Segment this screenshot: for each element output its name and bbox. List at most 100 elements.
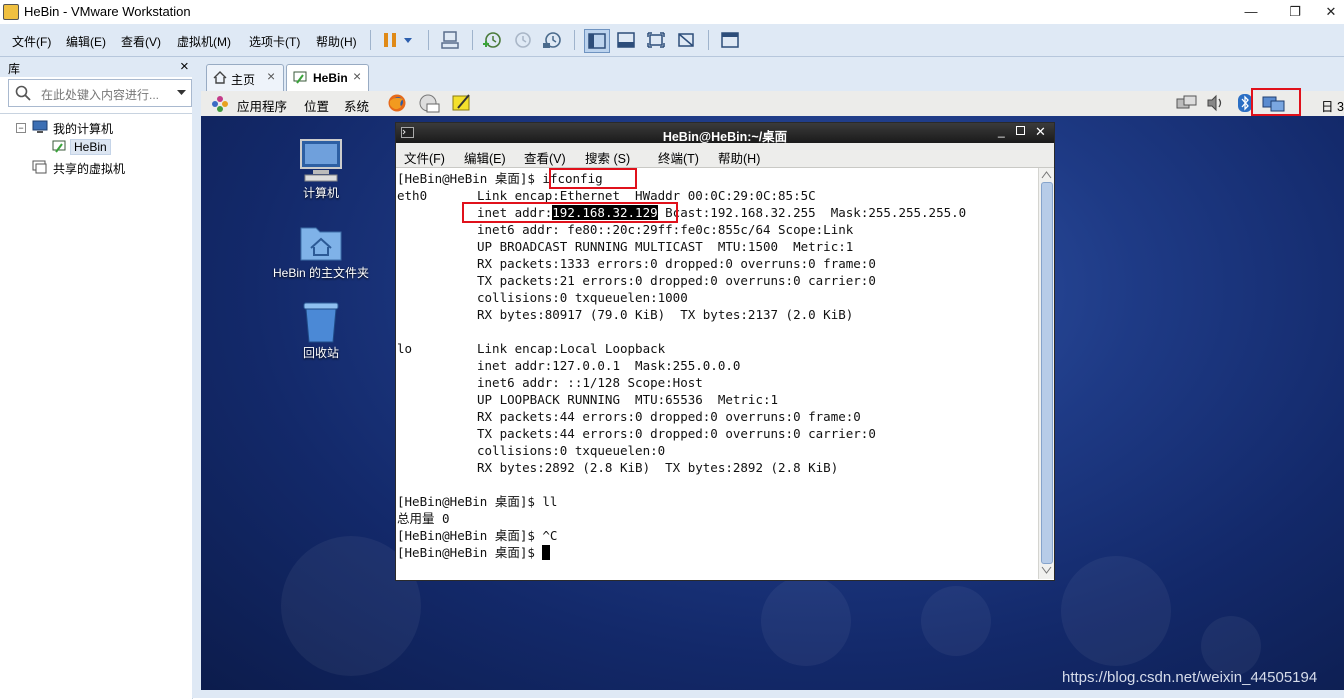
menu-applications[interactable]: 应用程序 <box>237 96 287 115</box>
desktop-icon-computer[interactable]: 计算机 <box>261 136 381 201</box>
snapshot-revert-icon[interactable] <box>510 29 534 51</box>
tree-vm-hebin[interactable]: HeBin <box>70 139 111 155</box>
terminal-line: UP BROADCAST RUNNING MULTICAST MTU:1500 … <box>477 239 854 254</box>
bluetooth-icon[interactable] <box>1238 94 1252 112</box>
terminal-line: [HeBin@HeBin 桌面]$ <box>397 544 551 561</box>
terminal-line: inet6 addr: ::1/128 Scope:Host <box>477 375 703 390</box>
desktop-icon-label: 回收站 <box>302 346 339 360</box>
close-button[interactable]: ✕ <box>1316 2 1344 22</box>
terminal-close-button[interactable]: ✕ <box>1035 124 1046 140</box>
tree-collapse-toggle[interactable]: − <box>16 123 26 133</box>
volume-icon[interactable] <box>1206 94 1224 112</box>
background-bubble <box>1201 616 1261 676</box>
terminal-menu-bar: 文件(F) 编辑(E) 查看(V) 搜索 (S) 终端(T) 帮助(H) <box>396 143 1054 168</box>
highlight-network-icon <box>1251 88 1301 116</box>
chevron-down-icon[interactable] <box>177 90 186 96</box>
terminal-cursor <box>542 545 551 560</box>
desktop-icon-label: 计算机 <box>302 186 339 200</box>
terminal-maximize-button[interactable] <box>1016 126 1025 135</box>
terminal-scrollbar[interactable] <box>1038 168 1054 579</box>
tab-home-close[interactable]: × <box>267 68 275 84</box>
toolbar-separator <box>708 30 709 50</box>
vm-icon <box>52 140 66 153</box>
terminal-line: collisions:0 txqueuelen:0 <box>477 443 666 458</box>
library-header: 库 × <box>0 57 200 77</box>
library-title: 库 <box>8 62 21 76</box>
terminal-line: inet addr:127.0.0.1 Mask:255.0.0.0 <box>477 358 741 373</box>
terminal-line: 总用量 0 <box>397 511 450 526</box>
vm-tab-icon <box>293 71 307 84</box>
menu-edit[interactable]: 编辑(E) <box>66 33 106 50</box>
background-bubble <box>921 586 991 656</box>
desktop-icon-home-folder[interactable]: HeBin 的主文件夹 <box>231 220 411 281</box>
terminal-menu-terminal[interactable]: 终端(T) <box>658 148 699 167</box>
trash-icon <box>303 302 339 343</box>
terminal-line: RX packets:1333 errors:0 dropped:0 overr… <box>477 256 876 271</box>
pause-icon[interactable] <box>380 29 416 51</box>
terminal-window[interactable]: HeBin@HeBin:~/桌面 _ ✕ 文件(F) 编辑(E) 查看(V) 搜… <box>395 122 1055 581</box>
restore-button[interactable]: ❐ <box>1280 2 1310 22</box>
send-ctrl-alt-del-icon[interactable] <box>438 29 462 51</box>
menu-places[interactable]: 位置 <box>304 96 329 115</box>
terminal-menu-search[interactable]: 搜索 (S) <box>585 148 630 167</box>
tree-my-computer[interactable]: 我的计算机 <box>53 120 113 137</box>
mail-client-icon[interactable] <box>418 93 440 113</box>
toolbar-separator <box>472 30 473 50</box>
snapshot-take-icon[interactable] <box>480 29 504 51</box>
terminal-menu-help[interactable]: 帮助(H) <box>718 148 760 167</box>
terminal-menu-file[interactable]: 文件(F) <box>404 148 445 167</box>
my-computer-icon <box>32 120 48 133</box>
tab-home-label: 主页 <box>231 73 256 87</box>
computer-icon <box>300 139 342 182</box>
desktop-icon-label: HeBin 的主文件夹 <box>272 266 370 280</box>
firefox-icon[interactable] <box>387 93 407 113</box>
terminal-line: [HeBin@HeBin 桌面]$ ll <box>397 494 558 509</box>
terminal-menu-edit[interactable]: 编辑(E) <box>464 148 506 167</box>
clock-label: 日 3 <box>1321 100 1344 114</box>
menu-tabs[interactable]: 选项卡(T) <box>249 33 300 50</box>
unity-mode-icon[interactable] <box>674 29 698 51</box>
window-title-bar: HeBin - VMware Workstation — ❐ ✕ <box>0 0 1344 24</box>
full-screen-icon[interactable] <box>644 29 668 51</box>
scroll-down-icon[interactable] <box>1041 565 1052 575</box>
scroll-up-icon[interactable] <box>1041 170 1052 180</box>
menu-vm[interactable]: 虚拟机(M) <box>177 33 231 50</box>
terminal-title-bar[interactable]: HeBin@HeBin:~/桌面 _ ✕ <box>396 123 1054 144</box>
terminal-line: [HeBin@HeBin 桌面]$ ^C <box>397 528 558 543</box>
tree-shared-vms[interactable]: 共享的虚拟机 <box>53 160 125 177</box>
terminal-line: collisions:0 txqueuelen:1000 <box>477 290 688 305</box>
menu-file[interactable]: 文件(F) <box>12 33 51 50</box>
thumbnail-bar-icon[interactable] <box>614 29 638 51</box>
tab-hebin-label: HeBin <box>313 71 348 85</box>
bottom-scrollbar[interactable] <box>201 690 1344 698</box>
show-library-icon[interactable] <box>584 29 610 53</box>
toolbar-separator <box>574 30 575 50</box>
tab-hebin[interactable]: HeBin × <box>286 64 369 91</box>
console-view-icon[interactable] <box>718 29 742 51</box>
shared-vms-icon <box>32 160 47 174</box>
home-icon <box>213 71 227 84</box>
terminal-minimize-button[interactable]: _ <box>998 124 1005 138</box>
background-bubble <box>1061 556 1171 666</box>
network-status-icon[interactable] <box>1176 94 1198 112</box>
terminal-line: RX bytes:2892 (2.8 KiB) TX bytes:2892 (2… <box>477 460 839 475</box>
terminal-line: RX packets:44 errors:0 dropped:0 overrun… <box>477 409 861 424</box>
terminal-line: Link encap:Local Loopback <box>477 341 666 356</box>
highlight-ifconfig <box>549 168 637 189</box>
scrollbar-thumb[interactable] <box>1041 182 1053 564</box>
menu-view[interactable]: 查看(V) <box>121 33 161 50</box>
terminal-output[interactable]: [HeBin@HeBin 桌面]$ ifconfig eth0 Link enc… <box>397 168 1037 578</box>
desktop-icon-trash[interactable]: 回收站 <box>261 300 381 361</box>
terminal-menu-view[interactable]: 查看(V) <box>524 148 566 167</box>
snapshot-manager-icon[interactable] <box>540 29 564 51</box>
minimize-button[interactable]: — <box>1236 2 1266 22</box>
tab-hebin-close[interactable]: × <box>353 68 361 84</box>
tab-strip: 主页 × HeBin × <box>201 57 1344 91</box>
library-search-input[interactable]: 在此处键入内容进行... <box>8 79 192 107</box>
menu-system[interactable]: 系统 <box>344 96 369 115</box>
menu-help[interactable]: 帮助(H) <box>316 33 357 50</box>
library-splitter[interactable] <box>192 57 201 698</box>
notes-icon[interactable] <box>452 93 472 113</box>
library-close-button[interactable]: × <box>180 58 189 75</box>
tab-home[interactable]: 主页 × <box>206 64 284 91</box>
